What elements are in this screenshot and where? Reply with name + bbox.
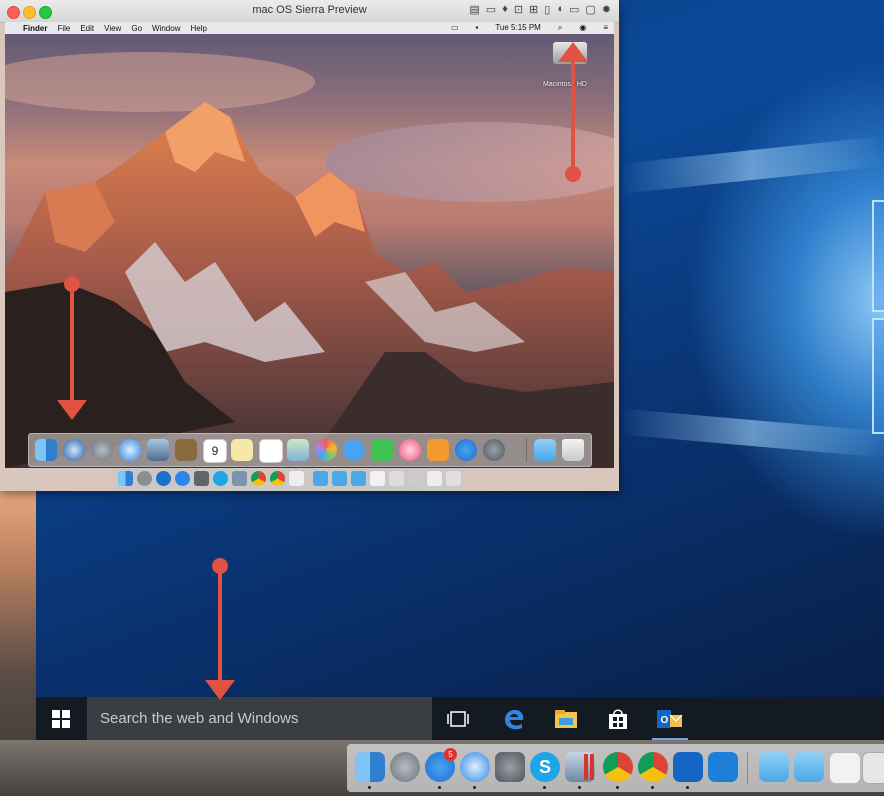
arrow-up-menubar	[558, 42, 588, 182]
annotation-arrows	[57, 42, 588, 700]
arrow-down-dock	[57, 276, 87, 420]
arrow-down-taskbar	[205, 558, 235, 700]
